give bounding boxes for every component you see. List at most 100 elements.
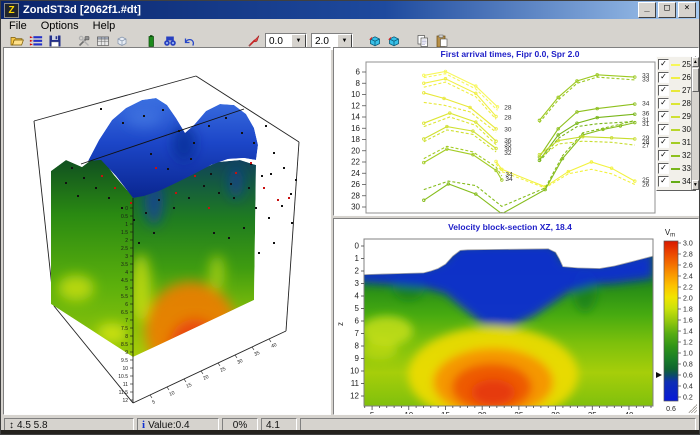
legend-checkbox[interactable]: ✓ [658,98,669,109]
legend-line-sample [671,90,680,92]
legend-item-34[interactable]: ✓34 [658,175,691,188]
legend-scrollbar[interactable]: ▲▼ [691,57,699,190]
svg-text:30: 30 [504,126,512,133]
velocity-section-panel[interactable]: Velocity block-section XZ, 18.4012345678… [333,218,699,415]
legend-checkbox[interactable]: ✓ [658,59,669,70]
resize-grip[interactable] [688,404,697,413]
svg-text:18: 18 [351,135,360,144]
svg-text:5.5: 5.5 [121,294,128,300]
menu-item-options[interactable]: Options [35,20,87,32]
scroll-down-icon[interactable]: ▼ [692,180,699,190]
svg-text:27: 27 [642,143,650,150]
traveltime-chart-svg[interactable]: First arrival times, Fipr 0.0, Spr 2.068… [334,48,698,215]
titlebar[interactable]: Z ZondST3d [2062f1.#dt] _ □ × [1,1,699,19]
svg-text:9.5: 9.5 [121,358,128,364]
dart-icon [247,34,261,48]
svg-text:1.2: 1.2 [683,340,693,347]
legend-item-28[interactable]: ✓28 [658,97,691,110]
battery-icon [144,34,158,48]
svg-text:0.6: 0.6 [683,373,693,380]
svg-text:35: 35 [588,411,597,414]
menu-item-file[interactable]: File [3,20,35,32]
svg-text:1.6: 1.6 [683,318,693,325]
minimize-button[interactable]: _ [638,2,656,18]
svg-text:0: 0 [355,242,360,251]
svg-text:35: 35 [253,350,261,358]
dataset-icon [29,34,43,48]
velocity-section-svg[interactable]: Velocity block-section XZ, 18.4012345678… [334,219,698,414]
svg-text:26: 26 [642,182,650,189]
svg-text:12: 12 [122,398,128,404]
svg-text:3.5: 3.5 [121,262,128,268]
close-button[interactable]: × [678,2,696,18]
svg-text:3: 3 [125,254,128,260]
dropdown-value: 2.0 [312,36,337,47]
svg-text:10: 10 [350,367,359,376]
legend-checkbox[interactable]: ✓ [658,176,669,187]
svg-text:1.0: 1.0 [683,351,693,358]
svg-text:31: 31 [642,121,650,128]
svg-text:8: 8 [355,342,360,351]
traveltime-chart-title: First arrival times, Fipr 0.0, Spr 2.0 [441,49,580,59]
model3d-svg[interactable]: 00.511.522.533.544.555.566.577.588.599.5… [4,48,330,414]
svg-text:4: 4 [355,292,360,301]
svg-text:4: 4 [125,270,128,276]
legend-checkbox[interactable]: ✓ [658,124,669,135]
svg-text:1: 1 [125,222,128,228]
svg-text:5: 5 [125,286,128,292]
model3d-panel[interactable]: 00.511.522.533.544.555.566.577.588.599.5… [3,47,331,415]
svg-text:30: 30 [236,358,244,366]
svg-text:15: 15 [185,382,193,390]
svg-text:3: 3 [355,279,360,288]
legend-checkbox[interactable]: ✓ [658,85,669,96]
svg-text:11: 11 [123,382,128,388]
maximize-button[interactable]: □ [658,2,676,18]
table-icon [96,34,110,48]
legend-line-sample [671,77,680,79]
legend-item-27[interactable]: ✓ 27 [658,84,691,97]
legend-label: 27 [682,86,691,95]
legend-item-25[interactable]: ✓25 [658,58,691,71]
svg-text:2.0: 2.0 [683,296,693,303]
traveltime-chart-panel[interactable]: First arrival times, Fipr 0.0, Spr 2.068… [333,47,699,216]
svg-text:11.5: 11.5 [119,390,129,396]
legend-item-32[interactable]: ✓32 [658,149,691,162]
legend-item-31[interactable]: ✓ 31 [658,136,691,149]
scroll-up-icon[interactable]: ▲ [692,57,699,67]
svg-text:34: 34 [505,176,513,183]
svg-text:2.2: 2.2 [683,285,693,292]
copy-icon [416,34,430,48]
svg-text:2: 2 [125,238,128,244]
legend-panel: ✓25✓26✓27✓28✓29✓30✓31✓32✓33✓34▲▼ [656,56,696,191]
svg-text:10: 10 [404,411,413,414]
svg-text:4.5: 4.5 [121,278,128,284]
svg-text:28: 28 [504,104,512,111]
legend-checkbox[interactable]: ✓ [658,150,669,161]
legend-checkbox[interactable]: ✓ [658,137,669,148]
app-icon: Z [4,3,19,18]
legend-item-29[interactable]: ✓29 [658,110,691,123]
svg-text:22: 22 [351,158,360,167]
save-icon [48,34,62,48]
legend-line-sample [671,168,680,170]
svg-text:0.4: 0.4 [683,384,693,391]
colorbar-marker[interactable] [656,372,662,378]
svg-text:10: 10 [122,366,128,372]
menu-bar: FileOptionsHelp [1,19,699,33]
svg-text:6.5: 6.5 [121,310,128,316]
svg-text:20: 20 [202,374,210,382]
legend-checkbox[interactable]: ✓ [658,111,669,122]
legend-item-30[interactable]: ✓30 [658,123,691,136]
svg-text:24: 24 [351,169,360,178]
legend-checkbox[interactable]: ✓ [658,163,669,174]
scroll-thumb[interactable] [692,68,699,92]
legend-item-33[interactable]: ✓33 [658,162,691,175]
legend-label: 31 [682,138,691,147]
legend-line-sample [671,155,680,157]
legend-checkbox[interactable]: ✓ [658,72,669,83]
paste-icon [435,34,449,48]
menu-item-help[interactable]: Help [87,20,124,32]
binoculars-icon [163,34,177,48]
legend-item-26[interactable]: ✓26 [658,71,691,84]
svg-text:12: 12 [351,101,360,110]
